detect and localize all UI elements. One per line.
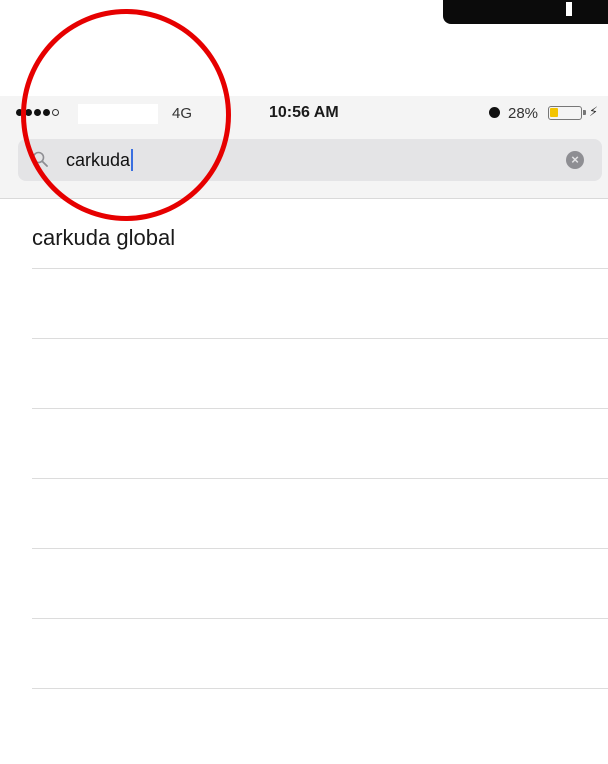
result-row — [32, 479, 608, 549]
result-row — [32, 409, 608, 479]
result-label: carkuda global — [32, 225, 176, 250]
screen: 4G 10:56 AM 28% ⚡ carkuda × carkuda glob… — [0, 0, 608, 764]
result-row — [32, 269, 608, 339]
result-row — [32, 549, 608, 619]
network-type: 4G — [172, 105, 193, 122]
battery-level-fill — [550, 108, 558, 117]
charging-bolt-icon: ⚡ — [589, 104, 599, 119]
carrier-name-redacted — [78, 104, 158, 124]
search-input[interactable]: carkuda — [66, 149, 134, 171]
search-results-list: carkuda global — [0, 199, 608, 689]
text-cursor — [131, 149, 134, 171]
status-time: 10:56 AM — [269, 104, 339, 121]
result-row — [32, 619, 608, 689]
search-field[interactable]: carkuda × — [18, 139, 602, 181]
result-row — [32, 339, 608, 409]
alarm-icon — [489, 107, 500, 118]
status-bar: 4G 10:56 AM 28% ⚡ — [0, 96, 608, 130]
battery-icon — [548, 106, 586, 120]
signal-strength-icon — [16, 109, 59, 116]
search-query-text: carkuda — [66, 149, 131, 170]
top-right-tab — [443, 0, 608, 24]
battery-percent: 28% — [508, 105, 539, 122]
tab-glyph-icon — [566, 2, 572, 16]
search-icon — [32, 151, 48, 167]
search-bar-container: carkuda × — [0, 130, 608, 199]
result-row[interactable]: carkuda global — [32, 199, 608, 269]
clear-icon[interactable]: × — [566, 151, 584, 169]
